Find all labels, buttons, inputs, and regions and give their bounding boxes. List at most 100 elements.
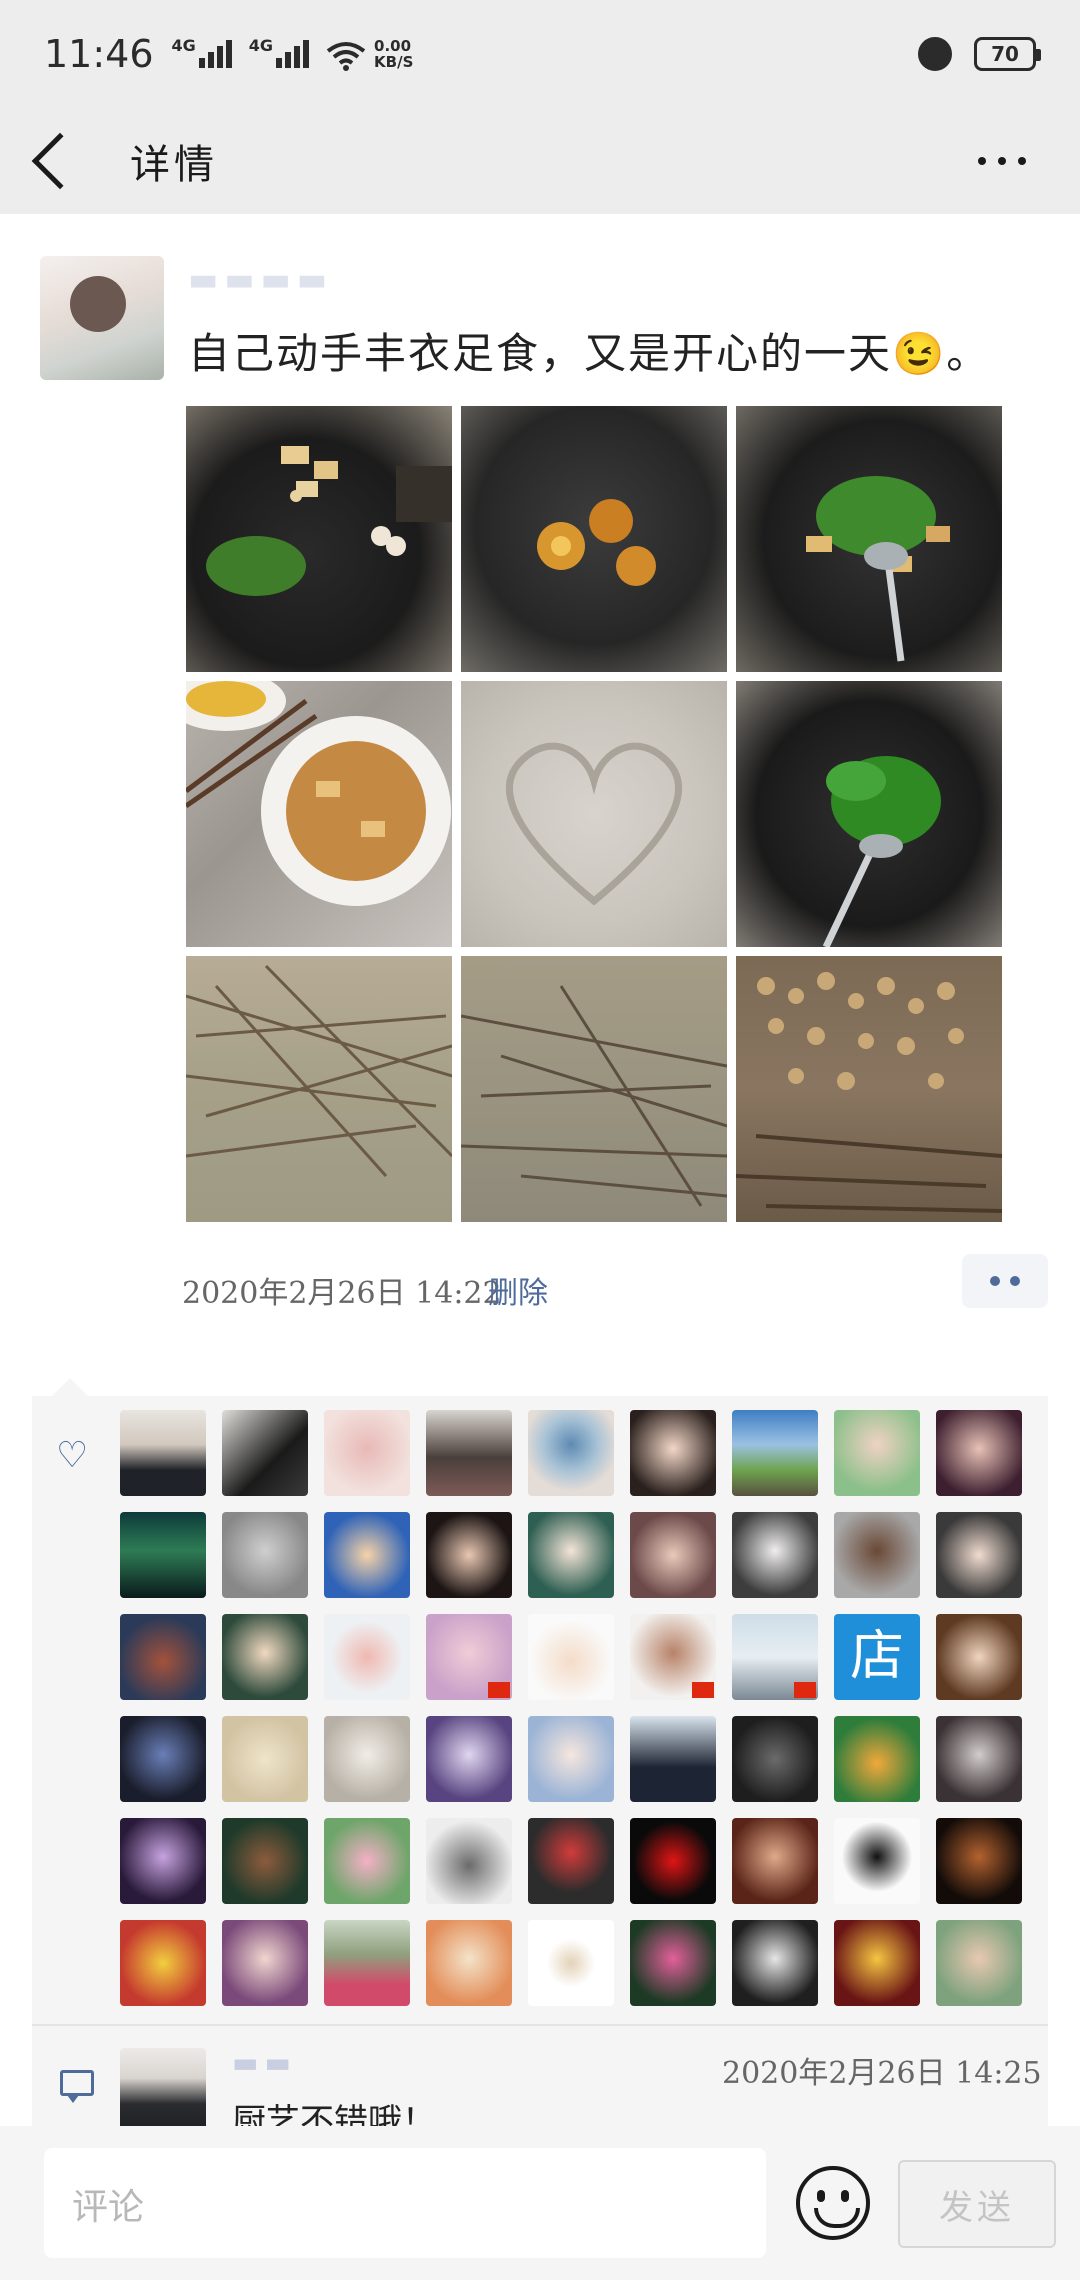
liker-avatar[interactable] bbox=[222, 1716, 308, 1802]
post-text: 自己动手丰衣足食，又是开心的一天😉。 bbox=[188, 329, 991, 378]
liker-avatar[interactable] bbox=[732, 1716, 818, 1802]
liker-avatar[interactable] bbox=[732, 1410, 818, 1496]
liker-avatar[interactable] bbox=[528, 1512, 614, 1598]
liker-avatar[interactable] bbox=[732, 1818, 818, 1904]
liker-avatar[interactable] bbox=[834, 1920, 920, 2006]
signal-icon: 4G bbox=[249, 38, 312, 68]
photo-thumbnail[interactable] bbox=[736, 956, 1002, 1222]
liker-avatar[interactable] bbox=[426, 1716, 512, 1802]
dot-icon bbox=[998, 157, 1006, 165]
photo-thumbnail[interactable] bbox=[186, 681, 452, 947]
liker-avatar[interactable] bbox=[528, 1614, 614, 1700]
liker-avatar[interactable] bbox=[732, 1614, 818, 1700]
liker-avatar[interactable] bbox=[936, 1410, 1022, 1496]
liker-avatar[interactable] bbox=[324, 1512, 410, 1598]
photo-thumbnail[interactable] bbox=[461, 956, 727, 1222]
liker-avatar[interactable] bbox=[528, 1716, 614, 1802]
liker-avatar[interactable] bbox=[630, 1410, 716, 1496]
liker-avatar[interactable] bbox=[324, 1920, 410, 2006]
send-button[interactable]: 发送 bbox=[898, 2160, 1056, 2248]
liker-avatar[interactable] bbox=[324, 1614, 410, 1700]
dot-icon bbox=[1010, 1276, 1020, 1286]
comment-input[interactable]: 评论 bbox=[44, 2148, 766, 2258]
liker-avatar[interactable] bbox=[936, 1920, 1022, 2006]
liker-avatar[interactable] bbox=[528, 1920, 614, 2006]
liker-avatar[interactable] bbox=[222, 1920, 308, 2006]
svg-text:店: 店 bbox=[850, 1624, 904, 1687]
like-comment-menu-button[interactable] bbox=[962, 1254, 1048, 1308]
liker-avatar[interactable] bbox=[120, 1920, 206, 2006]
wifi-icon bbox=[326, 39, 366, 71]
photo-thumbnail[interactable] bbox=[736, 681, 1002, 947]
heart-icon: ♡ bbox=[56, 1435, 89, 1476]
liker-avatar[interactable] bbox=[120, 1716, 206, 1802]
liker-avatar[interactable] bbox=[936, 1716, 1022, 1802]
dot-icon bbox=[978, 157, 986, 165]
battery-icon: 70 bbox=[974, 37, 1041, 71]
liker-avatar[interactable] bbox=[222, 1614, 308, 1700]
liker-avatar[interactable] bbox=[426, 1614, 512, 1700]
photo-thumbnail[interactable] bbox=[186, 406, 452, 672]
post-timestamp: 2020年2月26日 14:22 bbox=[182, 1276, 502, 1311]
liker-avatar[interactable] bbox=[732, 1512, 818, 1598]
commenter-name-blurred[interactable]: ▬▬ bbox=[232, 2046, 297, 2079]
liker-avatar[interactable] bbox=[120, 1512, 206, 1598]
liker-avatar[interactable] bbox=[222, 1410, 308, 1496]
liker-avatar[interactable] bbox=[324, 1818, 410, 1904]
liker-avatar[interactable] bbox=[222, 1818, 308, 1904]
comment-bar: 评论 发送 bbox=[0, 2126, 1080, 2280]
liker-avatar[interactable] bbox=[324, 1716, 410, 1802]
liker-avatar[interactable] bbox=[426, 1410, 512, 1496]
liker-avatar[interactable] bbox=[936, 1818, 1022, 1904]
liker-avatar[interactable] bbox=[324, 1410, 410, 1496]
more-options-button[interactable] bbox=[978, 157, 1026, 165]
photo-thumbnail[interactable] bbox=[736, 406, 1002, 672]
liker-avatar[interactable] bbox=[630, 1716, 716, 1802]
avatar[interactable] bbox=[40, 256, 164, 380]
liker-avatar[interactable] bbox=[630, 1512, 716, 1598]
back-arrow-icon[interactable] bbox=[31, 132, 89, 190]
liker-avatar[interactable] bbox=[528, 1410, 614, 1496]
liker-avatar[interactable] bbox=[834, 1818, 920, 1904]
liker-avatar[interactable] bbox=[426, 1920, 512, 2006]
liker-avatar[interactable]: 店 bbox=[834, 1614, 920, 1700]
photo-thumbnail[interactable] bbox=[186, 956, 452, 1222]
comment-item[interactable]: ▬▬ 2020年2月26日 14:25 厨艺不错哦！ bbox=[32, 2026, 1048, 2126]
liker-avatar[interactable] bbox=[936, 1614, 1022, 1700]
liker-avatar[interactable] bbox=[630, 1614, 716, 1700]
comment-time: 2020年2月26日 14:25 bbox=[722, 2056, 1042, 2091]
signal-icon: 4G bbox=[172, 38, 235, 68]
emoji-icon[interactable] bbox=[796, 2166, 870, 2240]
username-blurred[interactable]: ▬▬▬▬ bbox=[188, 260, 333, 298]
liker-avatar[interactable] bbox=[222, 1512, 308, 1598]
delete-link[interactable]: 删除 bbox=[488, 1268, 548, 1312]
photo-thumbnail[interactable] bbox=[461, 681, 727, 947]
liker-avatar[interactable] bbox=[630, 1920, 716, 2006]
dot-icon bbox=[990, 1276, 1000, 1286]
photo-grid bbox=[186, 406, 1002, 1222]
liker-avatar[interactable] bbox=[528, 1818, 614, 1904]
liker-avatar[interactable] bbox=[426, 1818, 512, 1904]
dot-icon bbox=[1018, 157, 1026, 165]
liker-avatar[interactable] bbox=[936, 1512, 1022, 1598]
network-speed: 0.00 KB/S bbox=[374, 37, 414, 71]
liker-avatar[interactable] bbox=[834, 1512, 920, 1598]
liker-avatar[interactable] bbox=[120, 1614, 206, 1700]
likes-panel: ♡ 店 bbox=[32, 1378, 1048, 2024]
liker-avatar[interactable] bbox=[120, 1410, 206, 1496]
liker-avatar[interactable] bbox=[426, 1512, 512, 1598]
status-bar: 11:46 4G 4G 0.00 KB/S 70 bbox=[0, 0, 1080, 108]
liker-avatar[interactable] bbox=[834, 1410, 920, 1496]
liker-avatar[interactable] bbox=[630, 1818, 716, 1904]
nav-bar: 详情 bbox=[0, 108, 1080, 214]
comment-text: 厨艺不错哦！ bbox=[232, 2102, 436, 2126]
photo-thumbnail[interactable] bbox=[461, 406, 727, 672]
status-time: 11:46 bbox=[44, 32, 154, 76]
commenter-avatar[interactable] bbox=[120, 2048, 206, 2126]
liker-avatar[interactable] bbox=[834, 1716, 920, 1802]
liker-avatar[interactable] bbox=[120, 1818, 206, 1904]
liker-avatars: 店 bbox=[120, 1410, 1022, 2006]
alarm-icon bbox=[918, 37, 952, 71]
liker-avatar[interactable] bbox=[732, 1920, 818, 2006]
page-title: 详情 bbox=[130, 142, 218, 188]
